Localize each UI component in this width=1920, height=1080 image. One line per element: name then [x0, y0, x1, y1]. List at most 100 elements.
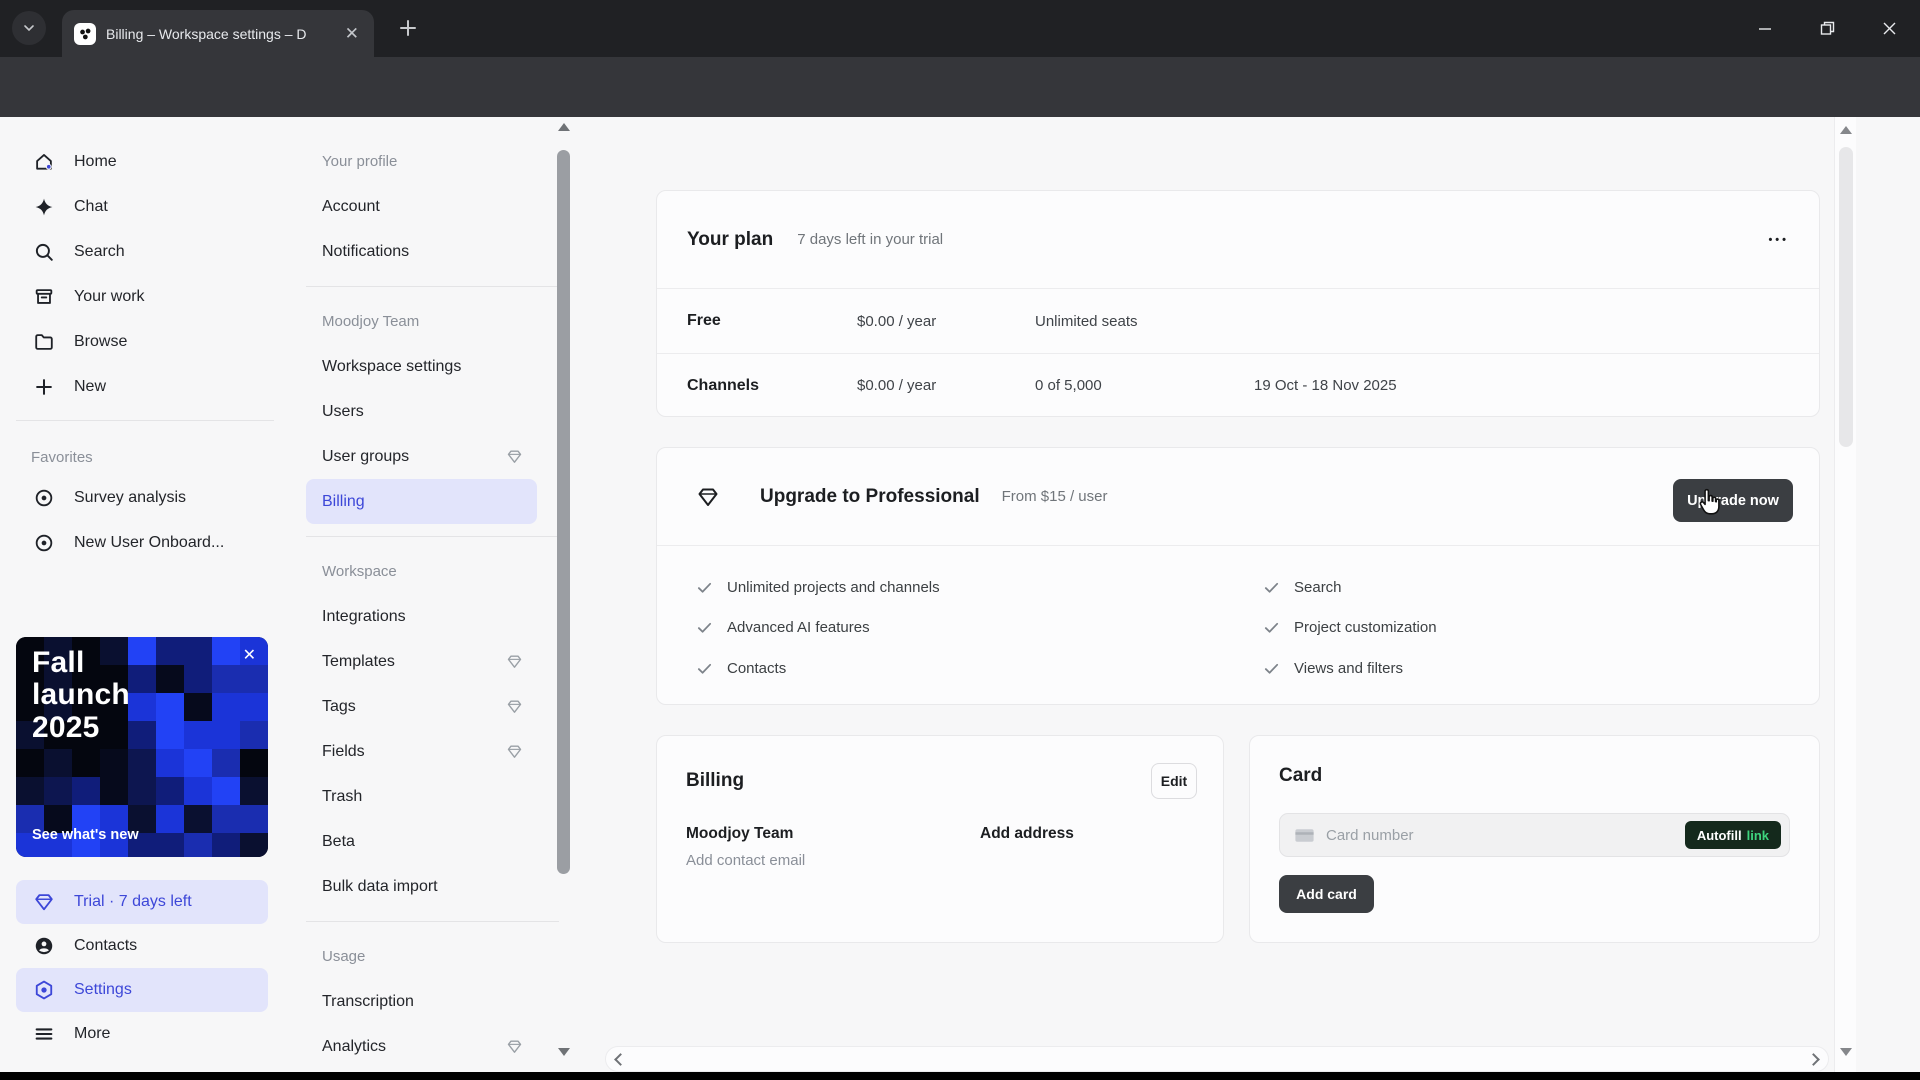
nav-item[interactable]: Workspace settings	[290, 344, 575, 389]
sidebar-item-home[interactable]: Home	[0, 139, 290, 184]
sidebar-item-label: Home	[74, 153, 117, 171]
sidebar-item-label: Your work	[74, 288, 145, 306]
gem-icon	[33, 891, 55, 913]
nav-item-label: Fields	[322, 743, 365, 761]
nav-item[interactable]: Notifications	[290, 229, 575, 274]
nav-item[interactable]: Transcription	[290, 979, 575, 1024]
sidebar-item-label: New	[74, 378, 106, 396]
nav-item-label: Templates	[322, 653, 395, 671]
sidebar-item-label: Contacts	[74, 937, 137, 955]
browser-tabstrip: Billing – Workspace settings – D ✕	[0, 0, 1920, 57]
nav-item[interactable]: Tags	[290, 684, 575, 729]
upgrade-now-button[interactable]: Upgrade now	[1673, 479, 1793, 522]
add-card-button[interactable]: Add card	[1279, 875, 1374, 913]
nav-divider	[306, 536, 559, 537]
new-tab-button[interactable]	[396, 16, 420, 40]
scroll-up-arrow[interactable]	[1840, 126, 1852, 134]
nav-item[interactable]: Integrations	[290, 594, 575, 639]
minimize-button[interactable]	[1734, 0, 1796, 57]
restore-button[interactable]	[1796, 0, 1858, 57]
feature-item: Unlimited projects and channels	[657, 567, 1263, 608]
main-horizontal-scrollbar[interactable]	[605, 1046, 1829, 1072]
sidebar-item-label: Browse	[74, 333, 127, 351]
banner-cta-link[interactable]: See what's new	[32, 827, 139, 843]
plan-seats: Unlimited seats	[1035, 313, 1254, 330]
sidebar-item-more[interactable]: More	[16, 1012, 268, 1056]
chevron-down-icon	[21, 20, 37, 36]
plan-row-free: Free $0.00 / year Unlimited seats	[657, 289, 1819, 353]
billing-info-card: Billing Edit Moodjoy Team Add contact em…	[656, 735, 1224, 943]
sidebar-item-label: Chat	[74, 198, 108, 216]
nav-item[interactable]: Beta	[290, 819, 575, 864]
edit-billing-button[interactable]: Edit	[1151, 763, 1197, 799]
scroll-thumb[interactable]	[557, 150, 570, 874]
nav-item-label: Beta	[322, 833, 355, 851]
nav-item[interactable]: Fields	[290, 729, 575, 774]
nav-divider	[306, 921, 559, 922]
plan-price: $0.00 / year	[857, 313, 1035, 330]
nav-item-label: Analytics	[322, 1038, 386, 1056]
plan-card-title: Your plan	[687, 229, 773, 251]
card-section-title: Card	[1279, 765, 1322, 787]
scroll-down-arrow[interactable]	[558, 1048, 570, 1056]
tab-close-icon[interactable]: ✕	[342, 22, 362, 45]
settings-icon	[33, 979, 55, 1001]
sidebar-item-browse[interactable]: Browse	[0, 319, 290, 364]
nav-item[interactable]: Analytics	[290, 1024, 575, 1069]
project-target-icon	[33, 487, 55, 509]
nav-section-list: Transcription Analytics	[290, 979, 575, 1069]
billing-add-address[interactable]: Add address	[980, 825, 1223, 843]
scroll-left-arrow[interactable]	[614, 1053, 627, 1066]
restore-icon	[1820, 21, 1835, 36]
window-controls	[1734, 0, 1920, 57]
card-number-input[interactable]: Card number Autofill link	[1279, 813, 1790, 857]
card-number-placeholder: Card number	[1326, 827, 1675, 844]
favorite-item-survey-analysis[interactable]: Survey analysis	[0, 475, 290, 520]
gem-icon	[506, 448, 523, 465]
sidebar-item-your-work[interactable]: Your work	[0, 274, 290, 319]
favorite-item-new-user-onboarding[interactable]: New User Onboard...	[0, 520, 290, 565]
fall-launch-banner[interactable]: Falllaunch2025 ✕ See what's new	[16, 637, 268, 857]
features-left-list: Unlimited projects and channels Advanced…	[657, 567, 1263, 689]
close-window-button[interactable]	[1858, 0, 1920, 57]
scroll-up-arrow[interactable]	[558, 123, 570, 131]
nav-item[interactable]: Trash	[290, 774, 575, 819]
trial-status-item[interactable]: Trial · 7 days left	[16, 880, 268, 924]
scroll-thumb[interactable]	[1839, 147, 1853, 447]
autofill-badge[interactable]: Autofill link	[1685, 821, 1781, 849]
nav-item[interactable]: Templates	[290, 639, 575, 684]
nav-item[interactable]: Bulk data import	[290, 864, 575, 909]
plan-menu-button[interactable]: •••	[1768, 234, 1789, 246]
sidebar-item-chat[interactable]: Chat	[0, 184, 290, 229]
browser-tab[interactable]: Billing – Workspace settings – D ✕	[62, 10, 374, 57]
plus-icon	[396, 16, 420, 40]
billing-contact-email-placeholder[interactable]: Add contact email	[686, 852, 980, 869]
sidebar-item-settings[interactable]: Settings	[16, 968, 268, 1012]
check-icon	[1263, 619, 1280, 636]
plan-seats: 0 of 5,000	[1035, 377, 1254, 394]
sidebar-item-search[interactable]: Search	[0, 229, 290, 274]
nav-section-list: Integrations Templates Tags	[290, 594, 575, 909]
nav-item[interactable]: Billing	[306, 479, 537, 524]
nav-item-label: Bulk data import	[322, 878, 438, 896]
tab-title: Billing – Workspace settings – D	[106, 26, 332, 42]
gem-icon	[506, 1038, 523, 1055]
tab-search-button[interactable]	[12, 11, 46, 45]
banner-close-icon[interactable]: ✕	[243, 645, 256, 665]
scroll-down-arrow[interactable]	[1840, 1048, 1852, 1056]
gem-icon	[506, 653, 523, 670]
main-vertical-scrollbar[interactable]	[1834, 117, 1856, 1072]
nav-item[interactable]: Account	[290, 184, 575, 229]
scroll-right-arrow[interactable]	[1807, 1053, 1820, 1066]
feature-item: Contacts	[657, 648, 1263, 689]
nav-item[interactable]: User groups	[290, 434, 575, 479]
sidebar-item-label: More	[74, 1025, 110, 1043]
feature-label: Contacts	[727, 660, 786, 677]
nav-item[interactable]: Users	[290, 389, 575, 434]
sidebar-item-contacts[interactable]: Contacts	[16, 924, 268, 968]
close-icon	[1882, 21, 1897, 36]
home-icon	[33, 151, 55, 173]
subnav-scrollbar[interactable]	[556, 117, 572, 1072]
sidebar-item-new[interactable]: New	[0, 364, 290, 409]
payment-card: Card Card number Autofill link Add card	[1249, 735, 1820, 943]
